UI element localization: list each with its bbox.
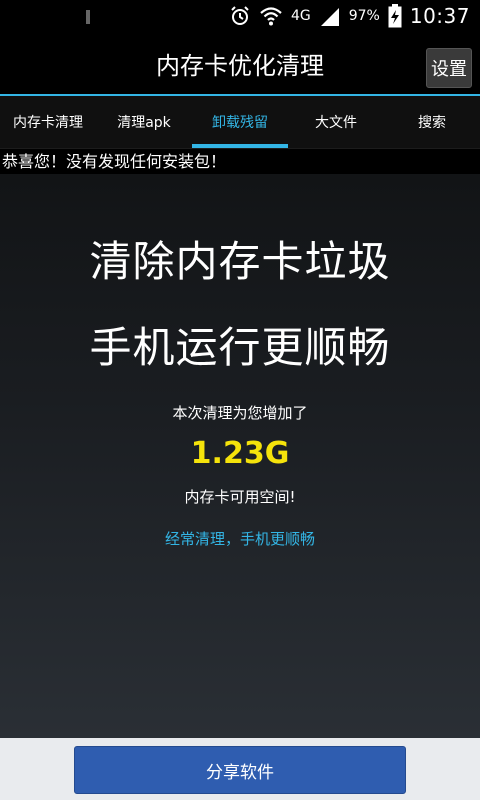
app-title: 内存卡优化清理 xyxy=(156,52,324,80)
bottom-bar: 分享软件 xyxy=(0,738,480,800)
tab-clean-apk[interactable]: 清理apk xyxy=(96,96,192,148)
cleaning-tip: 经常清理，手机更顺畅 xyxy=(164,530,315,548)
share-app-button[interactable]: 分享软件 xyxy=(74,746,406,794)
status-icons: 4G 97% 10:37 xyxy=(229,0,470,32)
status-bar: 4G 97% 10:37 xyxy=(0,0,480,32)
tab-uninstall-residue[interactable]: 卸载残留 xyxy=(192,96,288,148)
main-content: 清除内存卡垃圾 手机运行更顺畅 本次清理为您增加了 1.23G 内存卡可用空间!… xyxy=(0,174,480,738)
freed-space-suffix: 内存卡可用空间! xyxy=(184,488,296,506)
tab-search[interactable]: 搜索 xyxy=(384,96,480,148)
action-bar: 内存卡优化清理 xyxy=(0,32,480,94)
freed-space-prefix: 本次清理为您增加了 xyxy=(172,404,308,422)
freed-space-amount: 1.23G xyxy=(190,436,290,471)
battery-level: 97% xyxy=(348,8,380,24)
tab-sdcard-clean[interactable]: 内存卡清理 xyxy=(0,96,96,148)
tab-bar: 内存卡清理 清理apk 卸载残留 大文件 搜索 xyxy=(0,96,480,148)
headline-smooth: 手机运行更顺畅 xyxy=(89,323,391,372)
result-notice: 恭喜您！没有发现任何安装包！ xyxy=(0,148,480,174)
clock: 10:37 xyxy=(409,4,470,28)
battery-charging-icon xyxy=(388,4,402,28)
headline-clean: 清除内存卡垃圾 xyxy=(89,237,391,286)
tab-large-files[interactable]: 大文件 xyxy=(288,96,384,148)
alarm-icon xyxy=(229,5,251,27)
notification-indicator xyxy=(86,10,90,24)
signal-icon xyxy=(319,6,341,26)
network-type: 4G xyxy=(290,8,311,24)
wifi-icon xyxy=(259,5,283,27)
settings-button[interactable]: 设置 xyxy=(426,48,472,88)
